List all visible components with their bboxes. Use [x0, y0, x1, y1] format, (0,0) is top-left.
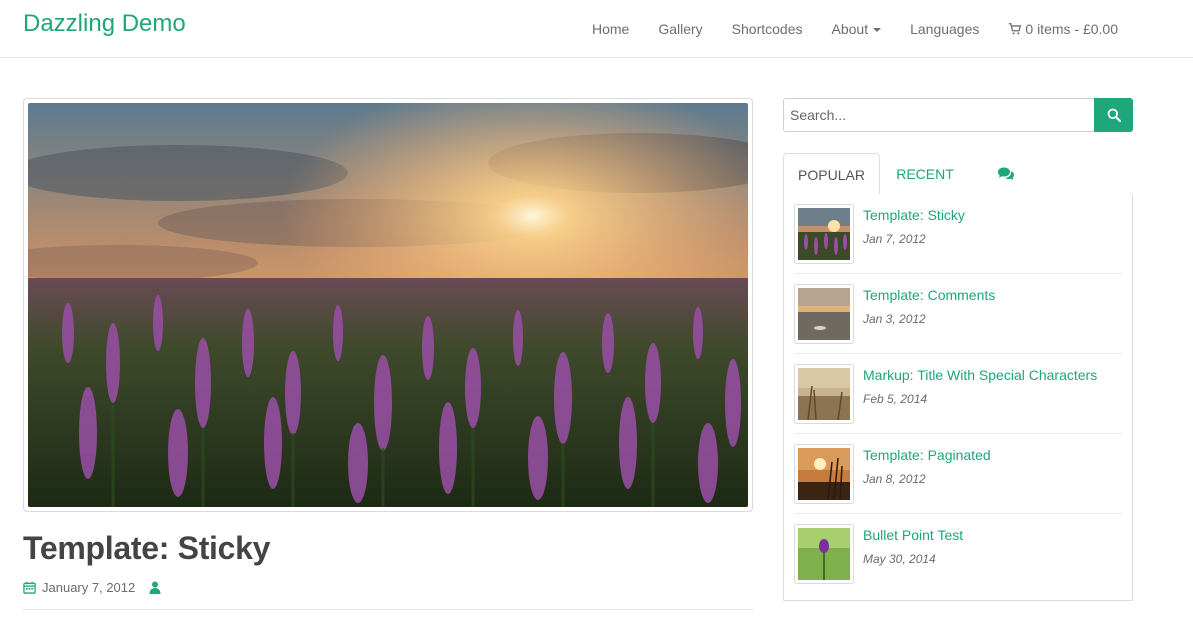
popular-post-link[interactable]: Template: Sticky [863, 207, 965, 223]
lavender-thumbnail-image [798, 208, 850, 260]
tab-comments[interactable] [973, 153, 1039, 195]
post-thumbnail[interactable] [794, 364, 854, 424]
nav-item-home[interactable]: Home [592, 21, 629, 37]
post-thumbnail[interactable] [794, 284, 854, 344]
comments-icon [998, 167, 1014, 180]
sidebar-tabs: POPULAR RECENT [783, 153, 1133, 196]
nav-item-cart[interactable]: 0 items - £0.00 [1008, 21, 1118, 37]
sunset-thumbnail-image [798, 448, 850, 500]
site-title-link[interactable]: Dazzling Demo [23, 10, 186, 38]
search-input[interactable] [783, 98, 1095, 132]
popular-post-date: Jan 3, 2012 [863, 312, 926, 326]
divider [23, 609, 753, 610]
post-date[interactable]: January 7, 2012 [42, 580, 135, 595]
chevron-down-icon [873, 27, 882, 32]
list-item: Bullet Point Test May 30, 2014 [794, 514, 1122, 594]
main-nav: Home Gallery Shortcodes About Languages … [563, 0, 1118, 58]
tab-recent[interactable]: RECENT [880, 153, 970, 195]
nav-item-about[interactable]: About [832, 21, 882, 37]
top-navbar: Dazzling Demo Home Gallery Shortcodes Ab… [0, 0, 1193, 58]
popular-posts-panel: Template: Sticky Jan 7, 2012 Template: C… [783, 194, 1133, 601]
list-item: Template: Comments Jan 3, 2012 [794, 274, 1122, 354]
post-thumbnail[interactable] [794, 444, 854, 504]
tab-popular[interactable]: POPULAR [783, 153, 880, 196]
lavender-field-image [28, 103, 748, 507]
cart-summary: 0 items - £0.00 [1025, 21, 1118, 37]
calendar-icon [23, 581, 36, 594]
search-icon [1107, 108, 1121, 122]
flower-thumbnail-image [798, 528, 850, 580]
nav-item-languages[interactable]: Languages [910, 21, 979, 37]
nav-item-gallery[interactable]: Gallery [658, 21, 702, 37]
list-item: Template: Paginated Jan 8, 2012 [794, 434, 1122, 514]
grass-thumbnail-image [798, 368, 850, 420]
sidebar-search [783, 98, 1133, 132]
list-item: Markup: Title With Special Characters Fe… [794, 354, 1122, 434]
nav-item-shortcodes[interactable]: Shortcodes [732, 21, 803, 37]
popular-post-link[interactable]: Bullet Point Test [863, 527, 963, 543]
post-meta: January 7, 2012 [23, 580, 167, 595]
search-button[interactable] [1094, 98, 1133, 132]
popular-post-link[interactable]: Template: Paginated [863, 447, 991, 463]
nav-item-about-label: About [831, 21, 869, 37]
post-title[interactable]: Template: Sticky [23, 530, 270, 567]
post-thumbnail[interactable] [794, 524, 854, 584]
post-thumbnail[interactable] [794, 204, 854, 264]
featured-image[interactable] [23, 98, 753, 512]
user-icon[interactable] [149, 581, 161, 594]
popular-post-date: May 30, 2014 [863, 552, 936, 566]
shopping-cart-icon [1009, 23, 1022, 35]
popular-post-date: Jan 8, 2012 [863, 472, 926, 486]
popular-post-link[interactable]: Markup: Title With Special Characters [863, 367, 1097, 383]
popular-post-date: Feb 5, 2014 [863, 392, 928, 406]
popular-post-link[interactable]: Template: Comments [863, 287, 995, 303]
list-item: Template: Sticky Jan 7, 2012 [794, 194, 1122, 274]
popular-post-date: Jan 7, 2012 [863, 232, 926, 246]
beach-thumbnail-image [798, 288, 850, 340]
